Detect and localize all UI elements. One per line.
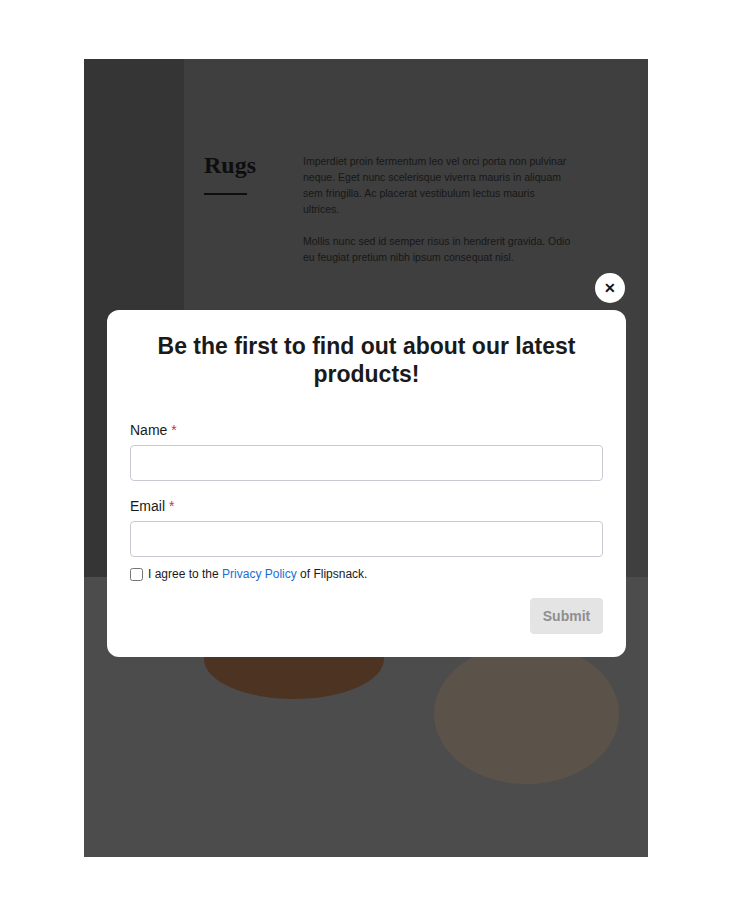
close-button[interactable]: ✕ — [595, 273, 625, 303]
screen: RugsImperdiet proin fermentum leo vel or… — [0, 0, 730, 917]
text-input[interactable] — [130, 521, 603, 557]
consent-row: I agree to the Privacy Policy of Flipsna… — [130, 566, 603, 582]
consent-checkbox[interactable] — [130, 568, 143, 581]
required-mark: * — [171, 422, 176, 438]
field-label: Name* — [130, 421, 603, 439]
catalog-page: RugsImperdiet proin fermentum leo vel or… — [84, 59, 648, 857]
close-icon: ✕ — [604, 278, 616, 299]
field-label: Email* — [130, 497, 603, 515]
text-input[interactable] — [130, 445, 603, 481]
required-mark: * — [169, 498, 174, 514]
privacy-policy-link[interactable]: Privacy Policy — [222, 567, 297, 581]
form-field: Email* — [130, 497, 603, 557]
modal-title: Be the first to find out about our lates… — [130, 332, 603, 388]
consent-text: I agree to the Privacy Policy of Flipsna… — [148, 566, 367, 582]
submit-button[interactable]: Submit — [530, 598, 603, 634]
form-field: Name* — [130, 421, 603, 481]
signup-modal: Be the first to find out about our lates… — [107, 310, 626, 657]
